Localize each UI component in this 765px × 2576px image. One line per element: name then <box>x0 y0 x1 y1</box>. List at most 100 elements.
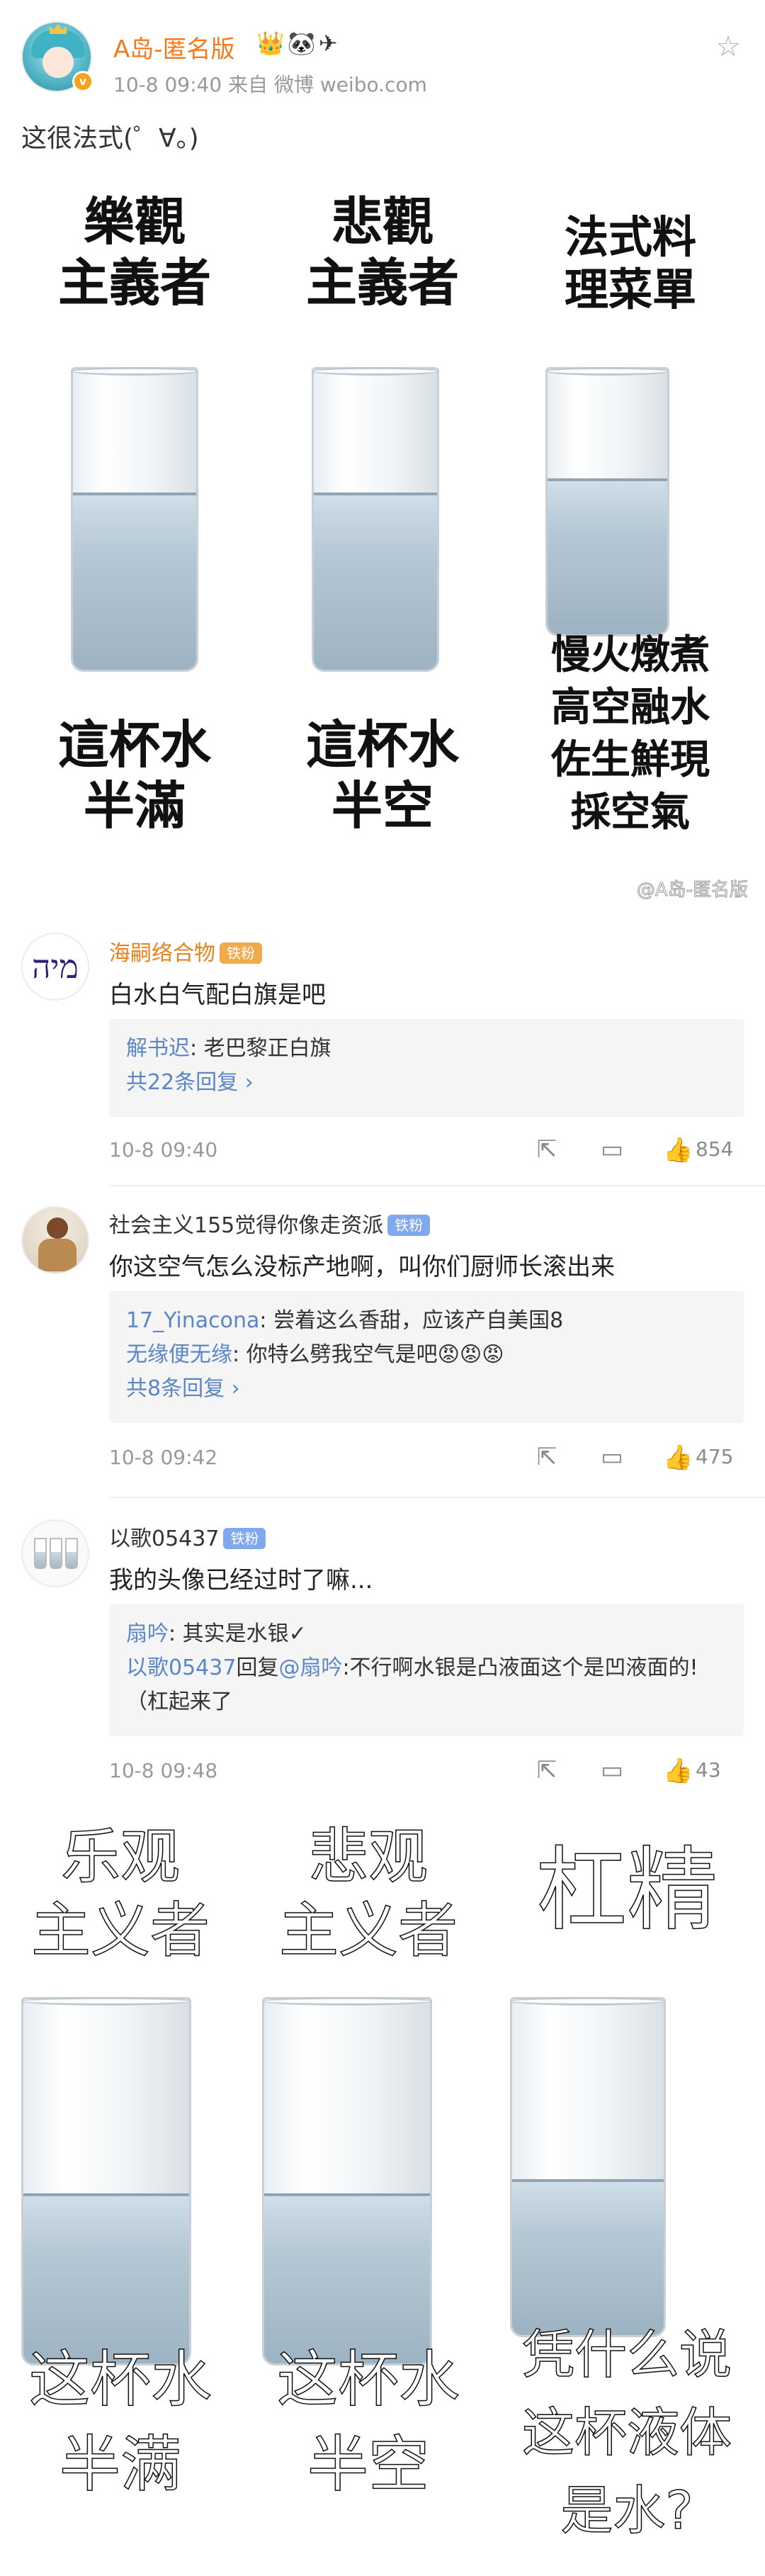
share-button[interactable]: ⇱ <box>533 1756 561 1784</box>
reply-item[interactable]: 以歌05437回复@扇吟:不行啊水银是凸液面这个是凹液面的!（杠起来了 <box>126 1651 727 1719</box>
meme-label-line: 慢火燉煮 <box>551 632 710 678</box>
reply-author[interactable]: 解书迟 <box>126 1036 190 1061</box>
meme-label-line: 主義者 <box>305 253 459 313</box>
reply-button[interactable]: ▭ <box>598 1135 626 1164</box>
commenter-avatar[interactable] <box>21 1206 89 1274</box>
meme-label-line: 这杯液体 <box>521 2402 732 2464</box>
share-button[interactable]: ⇱ <box>533 1443 561 1471</box>
meme-top-label: 悲观 主义者 <box>248 1820 489 1967</box>
more-replies-link[interactable]: 共22条回复 › <box>126 1066 727 1100</box>
reply-author[interactable]: 无缘便无缘 <box>126 1342 232 1367</box>
comment-text: 我的头像已经过时了嘛... <box>109 1566 373 1594</box>
commenter-name-text[interactable]: 以歌05437 <box>109 1526 219 1551</box>
reply-author[interactable]: 以歌05437 <box>126 1655 236 1680</box>
like-button[interactable]: 👍 854 <box>663 1135 733 1164</box>
meme-label-line: 這杯水 <box>57 715 211 775</box>
meme-label-line: 凭什么说 <box>521 2324 732 2386</box>
reply-box[interactable]: 解书迟: 老巴黎正白旗 共22条回复 › <box>109 1019 744 1117</box>
like-icon: 👍 <box>663 1757 693 1785</box>
verified-badge-icon: v <box>72 71 94 92</box>
meme-label-line: 这杯水 <box>276 2344 460 2416</box>
reply-item[interactable]: 无缘便无缘: 你特么劈我空气是吧😡😡😡 <box>126 1338 727 1372</box>
meme-label-line: 法式料 <box>564 211 696 263</box>
post-meta: 10-8 09:40 来自 微博 weibo.com <box>113 73 427 96</box>
comment-item: מיה 海嗣络合物 铁粉 白水白气配白旗是吧 解书迟: 老巴黎正白旗 共22条回复… <box>0 921 765 1191</box>
meme-column-pessimist: 悲觀 主義者 這杯水 半空 <box>262 176 503 906</box>
comment-item: 以歌05437 铁粉 我的头像已经过时了嘛... 扇吟: 其实是水银✓ 以歌054… <box>0 1502 765 1800</box>
divider <box>109 1497 765 1498</box>
meme-top-label: 杠精 <box>489 1838 765 1943</box>
comment-text: 你这空气怎么没标产地啊，叫你们厨师长滚出来 <box>109 1253 615 1281</box>
reply-item[interactable]: 扇吟: 其实是水银✓ <box>126 1617 727 1651</box>
comment-icon: ▭ <box>600 1756 624 1784</box>
glass-french <box>545 367 669 636</box>
meme-label-line: 高空融水 <box>551 685 710 731</box>
avatar-text: מיה <box>32 947 79 986</box>
meme-bottom-label: 這杯水 半空 <box>262 714 503 836</box>
reply-button[interactable]: ▭ <box>598 1443 626 1471</box>
comment-time: 10-8 09:42 <box>109 1446 218 1469</box>
meme-label-line: 佐生鮮現 <box>551 737 710 783</box>
meme-label-line: 半空 <box>307 2429 430 2501</box>
reply-item[interactable]: 17_Yinacona: 尝着这么香甜，应该产自美国8 <box>126 1304 727 1338</box>
reply-text: : 你特么劈我空气是吧😡😡😡 <box>232 1342 504 1367</box>
meme-label-line: 主义者 <box>30 1895 210 1966</box>
like-count: 854 <box>696 1137 734 1161</box>
meme-label-line: 採空氣 <box>571 789 690 836</box>
glass-half-full <box>21 1997 191 2366</box>
meme-top-label: 悲觀 主義者 <box>262 191 503 313</box>
like-icon: 👍 <box>663 1444 693 1472</box>
reply-author[interactable]: 扇吟 <box>126 1621 169 1646</box>
comment-time: 10-8 09:48 <box>109 1759 218 1782</box>
reply-item[interactable]: 解书迟: 老巴黎正白旗 <box>126 1032 727 1066</box>
comment-image[interactable]: 乐观 主义者 这杯水 半满 悲观 主义者 这杯水 半空 杠精 凭什么说 这杯液体 是水? <box>0 1806 765 2576</box>
meme-label-line: 杠精 <box>536 1838 718 1943</box>
image-watermark: @A岛-匿名版 <box>636 879 748 901</box>
meme-label-line: 是水? <box>560 2480 694 2542</box>
reply-mention[interactable]: @扇吟 <box>278 1655 342 1680</box>
fan-badge: 铁粉 <box>223 1528 266 1549</box>
comment-item: 社会主义155觉得你像走资派 铁粉 你这空气怎么没标产地啊，叫你们厨师长滚出来 1… <box>0 1191 765 1502</box>
meme-label-line: 半滿 <box>83 776 186 836</box>
commenter-name[interactable]: 以歌05437 铁粉 <box>109 1521 266 1552</box>
post-text: 这很法式(゜∀。) <box>21 124 199 153</box>
meme-bottom-label: 凭什么说这杯液体是水? <box>489 2316 765 2550</box>
commenter-name-text[interactable]: 社会主义155觉得你像走资派 <box>109 1213 383 1238</box>
like-count: 475 <box>696 1445 734 1468</box>
reply-box[interactable]: 17_Yinacona: 尝着这么香甜，应该产自美国8 无缘便无缘: 你特么劈我… <box>109 1291 744 1423</box>
reply-text: : 尝着这么香甜，应该产自美国8 <box>259 1308 564 1333</box>
share-icon: ⇱ <box>536 1135 557 1164</box>
share-icon: ⇱ <box>536 1443 557 1471</box>
post-header: v A岛-匿名版 👑🐼✈ 10-8 09:40 来自 微博 weibo.com … <box>0 0 765 106</box>
commenter-name-text[interactable]: 海嗣络合物 <box>109 941 215 966</box>
glass-half-empty <box>312 367 439 672</box>
glass-half-empty <box>262 1997 432 2366</box>
reply-author[interactable]: 17_Yinacona <box>126 1308 259 1333</box>
like-button[interactable]: 👍 43 <box>663 1756 721 1785</box>
reply-button[interactable]: ▭ <box>598 1756 626 1784</box>
meme-bottom-label: 这杯水 半空 <box>248 2337 489 2507</box>
meme-label-line: 悲观 <box>308 1821 429 1892</box>
glass-liquid <box>510 1997 666 2337</box>
divider <box>109 1185 765 1186</box>
meme-top-label: 樂觀 主義者 <box>14 191 255 313</box>
author-name[interactable]: A岛-匿名版 <box>113 30 235 64</box>
meme-column-optimist: 乐观 主义者 这杯水 半满 <box>0 1806 241 2576</box>
commenter-name[interactable]: 社会主义155觉得你像走资派 铁粉 <box>109 1208 431 1239</box>
more-replies-link[interactable]: 共8条回复 › <box>126 1372 727 1406</box>
star-icon[interactable]: ☆ <box>713 31 744 62</box>
like-button[interactable]: 👍 475 <box>663 1443 734 1472</box>
meme-label-line: 主義者 <box>57 253 211 313</box>
reply-prefix: 回复 <box>236 1655 279 1680</box>
post-image[interactable]: 樂觀 主義者 這杯水 半滿 悲觀 主義者 這杯水 半空 法式料 理菜單 慢火燉煮 高空融水佐… <box>0 176 765 906</box>
comment-text: 白水白气配白旗是吧 <box>109 981 326 1009</box>
reply-box[interactable]: 扇吟: 其实是水银✓ 以歌05437回复@扇吟:不行啊水银是凸液面这个是凹液面的… <box>109 1604 744 1736</box>
commenter-name[interactable]: 海嗣络合物 铁粉 <box>109 935 262 967</box>
meme-bottom-label: 這杯水 半滿 <box>14 714 255 836</box>
commenter-avatar[interactable]: מיה <box>21 933 89 1001</box>
meme-bottom-label: 慢火燉煮高空融水佐生鮮現採空氣 <box>510 629 751 839</box>
comment-icon: ▭ <box>600 1443 624 1471</box>
commenter-avatar[interactable] <box>21 1519 89 1587</box>
meme-label-line: 乐观 <box>60 1821 181 1892</box>
share-button[interactable]: ⇱ <box>533 1135 561 1164</box>
